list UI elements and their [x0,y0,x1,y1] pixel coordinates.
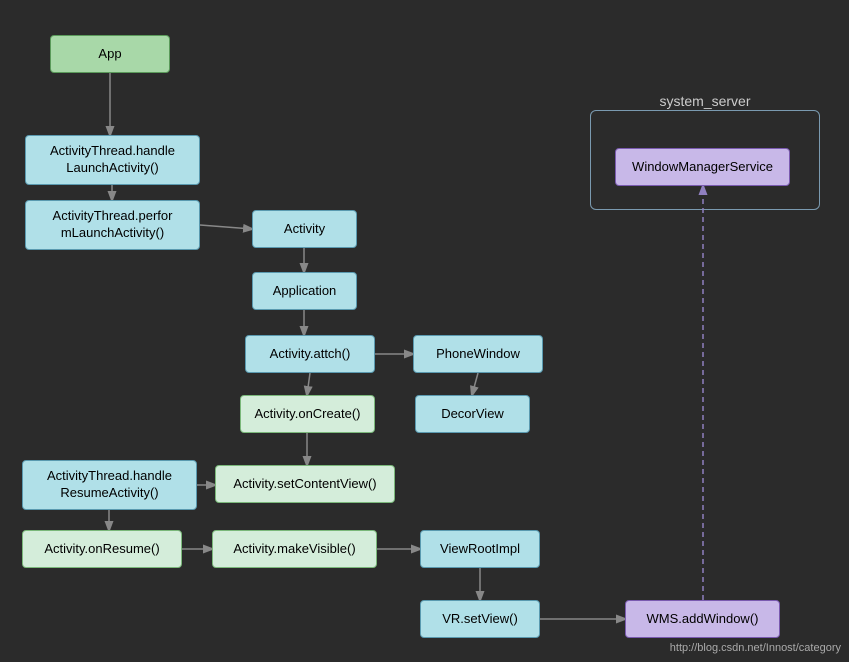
system-server-label: system_server [659,93,750,109]
activity-attach-node: Activity.attch() [245,335,375,373]
handle-launch-node: ActivityThread.handle LaunchActivity() [25,135,200,185]
activity-onresume-node: Activity.onResume() [22,530,182,568]
watermark: http://blog.csdn.net/Innost/category [670,642,841,654]
diagram: system_server [0,0,849,662]
decor-view-node: DecorView [415,395,530,433]
activity-node: Activity [252,210,357,248]
set-content-view-node: Activity.setContentView() [215,465,395,503]
window-manager-service-node: WindowManagerService [615,148,790,186]
activity-oncreate-node: Activity.onCreate() [240,395,375,433]
wms-add-window-node: WMS.addWindow() [625,600,780,638]
application-node: Application [252,272,357,310]
perform-launch-node: ActivityThread.perfor mLaunchActivity() [25,200,200,250]
vr-set-view-node: VR.setView() [420,600,540,638]
view-root-impl-node: ViewRootImpl [420,530,540,568]
app-node: App [50,35,170,73]
phone-window-node: PhoneWindow [413,335,543,373]
handle-resume-node: ActivityThread.handle ResumeActivity() [22,460,197,510]
make-visible-node: Activity.makeVisible() [212,530,377,568]
